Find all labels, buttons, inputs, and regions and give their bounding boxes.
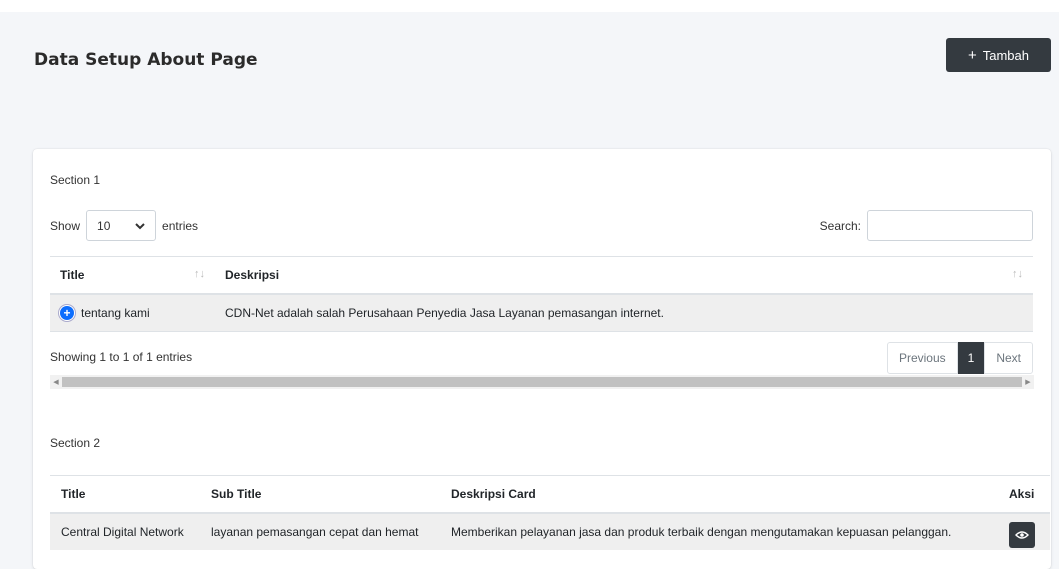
expand-row-icon[interactable]: + bbox=[60, 306, 74, 321]
entries-length-control: Show 10 entries bbox=[50, 210, 198, 241]
column-header-title: Title bbox=[61, 487, 86, 501]
next-button[interactable]: Next bbox=[984, 342, 1033, 374]
cell-aksi bbox=[998, 513, 1050, 550]
column-header-title[interactable]: Title ↑↓ bbox=[50, 257, 215, 295]
sort-icon: ↑↓ bbox=[1012, 268, 1023, 280]
show-label: Show bbox=[50, 218, 81, 233]
entries-select-value: 10 bbox=[97, 218, 111, 233]
scroll-left-icon[interactable]: ◀ bbox=[50, 375, 62, 389]
content-card: Section 1 Show 10 entries Search: Title … bbox=[33, 149, 1051, 569]
cell-deskripsi: CDN-Net adalah salah Perusahaan Penyedia… bbox=[215, 294, 1033, 332]
section-1-title: Section 1 bbox=[50, 173, 101, 187]
add-button[interactable]: + Tambah bbox=[946, 38, 1051, 72]
page: Data Setup About Page + Tambah Section 1… bbox=[0, 0, 1059, 569]
column-header-deskripsi[interactable]: Deskripsi ↑↓ bbox=[215, 257, 1033, 295]
search-control: Search: bbox=[820, 210, 1033, 241]
top-bar bbox=[0, 0, 1059, 12]
search-label: Search: bbox=[819, 218, 861, 233]
section-2-table: Title Sub Title Deskripsi Card Aksi Cent… bbox=[50, 475, 1050, 550]
table-header-row: Title ↑↓ Deskripsi ↑↓ bbox=[50, 256, 1033, 295]
column-header-aksi: Aksi bbox=[1009, 487, 1035, 501]
cell-deskripsi-card: Memberikan pelayanan jasa dan produk ter… bbox=[451, 525, 952, 539]
previous-button[interactable]: Previous bbox=[886, 342, 958, 374]
table-header-row: Title Sub Title Deskripsi Card Aksi bbox=[50, 475, 1050, 513]
cell-title: Central Digital Network bbox=[61, 525, 184, 539]
search-input[interactable] bbox=[867, 210, 1033, 241]
sort-icon: ↑↓ bbox=[194, 268, 205, 280]
page-title: Data Setup About Page bbox=[34, 50, 258, 70]
horizontal-scrollbar[interactable]: ◀ ▶ bbox=[50, 375, 1034, 389]
table-row: Central Digital Network layanan pemasang… bbox=[50, 513, 1050, 550]
eye-icon bbox=[1015, 531, 1029, 539]
scroll-right-icon[interactable]: ▶ bbox=[1022, 375, 1034, 389]
page-1-button[interactable]: 1 bbox=[957, 342, 985, 374]
plus-icon: + bbox=[967, 46, 977, 64]
column-header-title-label: Title bbox=[60, 268, 85, 282]
view-button[interactable] bbox=[1009, 522, 1035, 548]
row-title: tentang kami bbox=[81, 305, 150, 320]
section-2-title: Section 2 bbox=[50, 436, 101, 450]
column-header-deskripsi-card: Deskripsi Card bbox=[451, 487, 536, 501]
add-button-label: Tambah bbox=[982, 47, 1029, 63]
table-row[interactable]: + tentang kami CDN-Net adalah salah Perus… bbox=[50, 294, 1033, 332]
scroll-thumb[interactable] bbox=[62, 377, 1022, 387]
table-info: Showing 1 to 1 of 1 entries bbox=[50, 350, 193, 364]
cell-sub-title: layanan pemasangan cepat dan hemat bbox=[211, 525, 419, 539]
column-header-deskripsi-label: Deskripsi bbox=[225, 268, 280, 282]
chevron-down-icon bbox=[135, 219, 145, 233]
column-header-sub-title: Sub Title bbox=[211, 487, 262, 501]
entries-label: entries bbox=[162, 218, 199, 233]
pagination: Previous 1 Next bbox=[886, 342, 1033, 374]
section-1-table: Title ↑↓ Deskripsi ↑↓ + tentang kami CDN-… bbox=[50, 256, 1033, 332]
cell-title: + tentang kami bbox=[50, 294, 215, 332]
entries-select[interactable]: 10 bbox=[86, 210, 157, 241]
